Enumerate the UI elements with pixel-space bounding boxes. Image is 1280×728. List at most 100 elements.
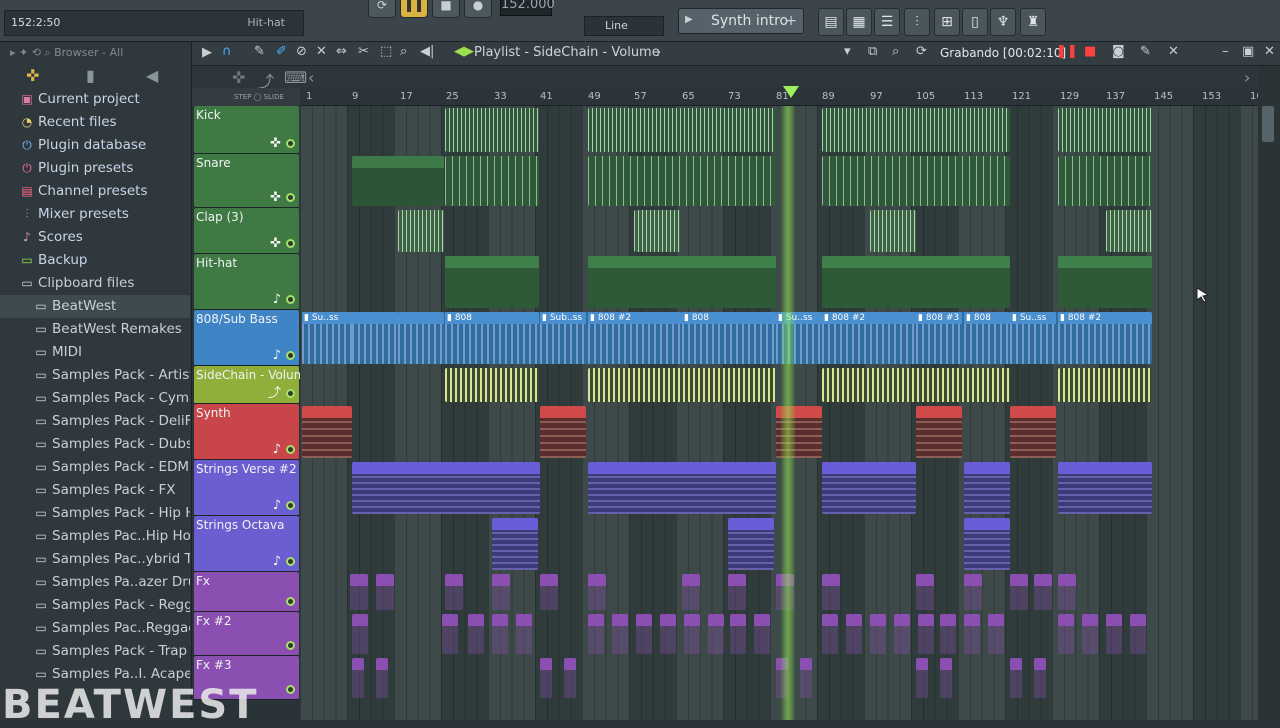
track-mute-toggle[interactable]: [286, 501, 295, 510]
pattern-clip[interactable]: [916, 406, 962, 458]
pattern-clip[interactable]: [916, 574, 934, 610]
arrows-icon[interactable]: ◀▶: [454, 44, 474, 59]
snap-icon[interactable]: ✜: [26, 66, 39, 85]
camera-icon[interactable]: ◙: [1112, 44, 1125, 59]
pattern-clip[interactable]: [445, 108, 539, 152]
file-icon[interactable]: ▮: [86, 66, 95, 85]
pattern-clip[interactable]: ▮ 808 #2: [1058, 312, 1152, 364]
pattern-clip[interactable]: [588, 256, 776, 308]
pattern-clip[interactable]: [870, 614, 886, 654]
track-mute-toggle[interactable]: [286, 685, 295, 694]
track-mute-toggle[interactable]: [286, 193, 295, 202]
pattern-clip[interactable]: [445, 574, 463, 610]
pattern-clip[interactable]: [468, 614, 484, 654]
pattern-clip[interactable]: [682, 574, 700, 610]
pattern-clip[interactable]: [822, 462, 916, 514]
pattern-clip[interactable]: [822, 614, 838, 654]
pattern-clip[interactable]: [588, 108, 776, 152]
track-header[interactable]: Fx: [194, 572, 299, 612]
pattern-clip[interactable]: [964, 574, 982, 610]
move-icon[interactable]: ✜: [232, 68, 245, 87]
pattern-clip[interactable]: [800, 658, 812, 698]
pattern-clip[interactable]: [1058, 368, 1152, 402]
track-header[interactable]: Clap (3) ✜: [194, 208, 299, 254]
pattern-clip[interactable]: [1058, 156, 1152, 206]
snap-select[interactable]: Line: [584, 16, 664, 36]
stop-rec-icon[interactable]: ■: [1084, 44, 1096, 59]
play-arrow-icon[interactable]: ▶: [202, 45, 212, 60]
record-button[interactable]: ●: [464, 0, 492, 18]
pattern-clip[interactable]: [445, 256, 539, 308]
pattern-clip[interactable]: [1034, 574, 1052, 610]
browser-item[interactable]: ⏻ Plugin presets: [0, 157, 190, 180]
browser-item[interactable]: ▭ BeatWest Remakes: [0, 318, 190, 341]
document-icon[interactable]: ▯: [962, 8, 988, 36]
pattern-clip[interactable]: [1106, 614, 1122, 654]
track-header[interactable]: 808/Sub Bass ♪: [194, 310, 299, 366]
brush-icon[interactable]: ✐: [276, 44, 287, 59]
browser-item[interactable]: ⫶ Mixer presets: [0, 203, 190, 226]
pattern-clip[interactable]: [822, 156, 1010, 206]
pattern-clip[interactable]: ▮ 808 #2: [588, 312, 682, 364]
pattern-clip[interactable]: [940, 658, 952, 698]
track-mute-toggle[interactable]: [286, 557, 295, 566]
keyboard-icon[interactable]: ⌨: [284, 68, 307, 87]
track-header[interactable]: Strings Octava ♪: [194, 516, 299, 572]
pattern-clip[interactable]: [588, 574, 606, 610]
close-icon[interactable]: ✕: [1168, 44, 1179, 59]
browser-item[interactable]: ♪ Scores: [0, 226, 190, 249]
browser-item[interactable]: ▤ Channel presets: [0, 180, 190, 203]
person-icon[interactable]: ♜: [1020, 8, 1046, 36]
pattern-clip[interactable]: [964, 462, 1010, 514]
channel-rack-icon[interactable]: ☰: [874, 8, 900, 36]
pattern-clip[interactable]: [492, 518, 538, 570]
pattern-clip[interactable]: [516, 614, 532, 654]
pattern-clip[interactable]: [302, 406, 352, 458]
browser-item[interactable]: ▭ Samples Pa..azer Drums: [0, 571, 190, 594]
track-mute-toggle[interactable]: [286, 641, 295, 650]
browser-item[interactable]: ▭ Samples Pack - DeliFB: [0, 410, 190, 433]
pattern-clip[interactable]: [588, 614, 604, 654]
pattern-clip[interactable]: [728, 518, 774, 570]
pattern-clip[interactable]: [1130, 614, 1146, 654]
pattern-clip[interactable]: [660, 614, 676, 654]
pause-rec-icon[interactable]: ❚❚: [1056, 44, 1078, 59]
pattern-clip[interactable]: [870, 210, 916, 252]
playback-icon[interactable]: ◀|: [420, 44, 434, 59]
track-mute-toggle[interactable]: [286, 597, 295, 606]
scroll-thumb[interactable]: [1262, 106, 1274, 142]
close-window-icon[interactable]: ✕: [1264, 44, 1275, 59]
mixer-icon[interactable]: ⫶: [904, 8, 930, 36]
pattern-clip[interactable]: [398, 312, 444, 364]
pattern-clip[interactable]: [1010, 658, 1022, 698]
pen-icon[interactable]: ✎: [1140, 44, 1151, 59]
track-header[interactable]: Strings Verse #2 ♪: [194, 460, 299, 516]
pattern-clip[interactable]: [588, 156, 776, 206]
pattern-clip[interactable]: ▮ 808 #3: [916, 312, 962, 364]
pattern-clip[interactable]: [822, 256, 1010, 308]
track-header[interactable]: Hit-hat ♪: [194, 254, 299, 310]
track-mute-toggle[interactable]: [286, 389, 295, 398]
pattern-clip[interactable]: [964, 518, 1010, 570]
chevron-down-icon[interactable]: ▾: [844, 44, 851, 59]
add-pattern-button[interactable]: +: [785, 13, 797, 29]
track-header[interactable]: Synth ♪: [194, 404, 299, 460]
maximize-icon[interactable]: ▣: [1242, 44, 1254, 59]
pattern-clip[interactable]: [1106, 210, 1152, 252]
track-header[interactable]: Fx #2: [194, 612, 299, 656]
playhead-marker[interactable]: [783, 86, 799, 98]
pattern-clip[interactable]: [894, 614, 910, 654]
pattern-clip[interactable]: [1082, 614, 1098, 654]
tempo-display[interactable]: 152.000: [500, 0, 555, 16]
pattern-clip[interactable]: [708, 614, 724, 654]
pattern-clip[interactable]: [636, 614, 652, 654]
track-mute-toggle[interactable]: [286, 351, 295, 360]
pattern-clip[interactable]: [1034, 658, 1046, 698]
pattern-clip[interactable]: [352, 312, 398, 364]
pattern-clip[interactable]: [822, 574, 840, 610]
pattern-clip[interactable]: [684, 614, 700, 654]
pause-button[interactable]: ❚❚: [400, 0, 428, 18]
magnet-icon[interactable]: ∩: [222, 44, 232, 59]
pattern-selector[interactable]: ▶ Synth intro +: [678, 8, 804, 34]
browser-item[interactable]: ▭ Backup: [0, 249, 190, 272]
